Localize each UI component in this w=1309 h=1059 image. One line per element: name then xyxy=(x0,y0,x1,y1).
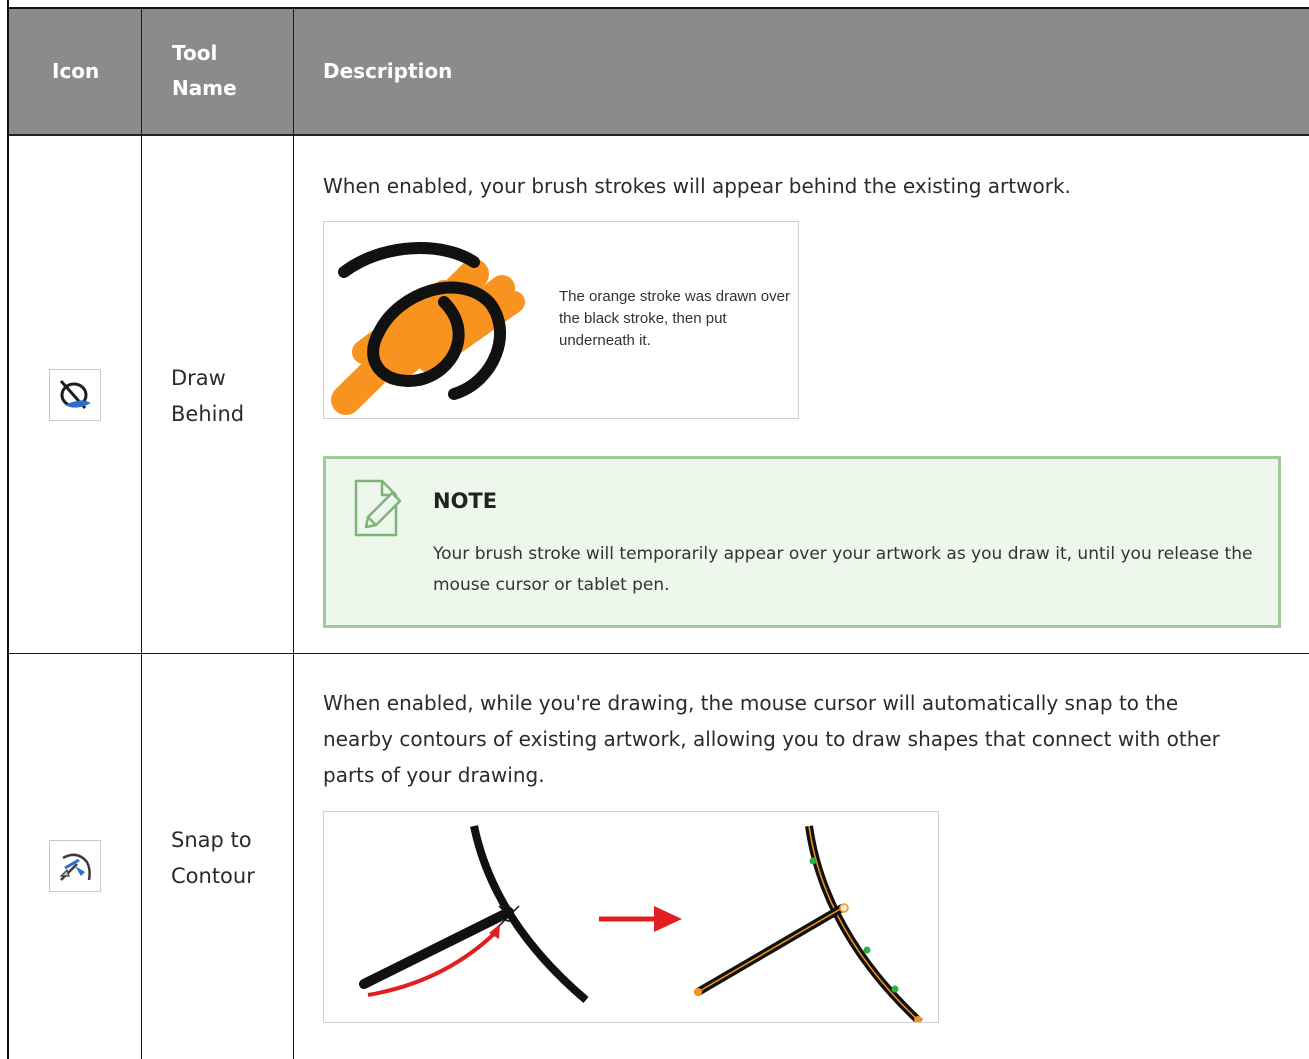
row-description-line2: nearby contours of existing artwork, all… xyxy=(323,727,1220,751)
tool-name-line1: Draw xyxy=(171,366,226,390)
row-description-line3: parts of your drawing. xyxy=(323,763,545,787)
note-pencil-icon xyxy=(354,479,402,537)
row-description: When enabled, your brush strokes will ap… xyxy=(323,174,1071,198)
header-tool-name-line2: Name xyxy=(172,76,237,100)
header-description: Description xyxy=(323,59,453,83)
tools-table: Icon Tool Name Description Draw Behind W… xyxy=(0,0,1309,1059)
tool-name-line2: Contour xyxy=(171,864,255,888)
header-tool-name-line1: Tool xyxy=(172,41,218,65)
note-body: Your brush stroke will temporarily appea… xyxy=(433,544,1253,595)
header-divider xyxy=(9,134,1309,136)
column-divider-2 xyxy=(293,9,294,1059)
snap-to-contour-icon xyxy=(49,840,101,892)
tool-name-line2: Behind xyxy=(171,402,245,426)
header-icon: Icon xyxy=(52,59,100,83)
snap-to-contour-illustration xyxy=(359,825,923,1022)
note-title: NOTE xyxy=(433,489,498,513)
table-border-left xyxy=(7,0,9,1059)
row-description-line1: When enabled, while you're drawing, the … xyxy=(323,691,1179,715)
draw-behind-figure: The orange stroke was drawn over the bla… xyxy=(323,221,799,419)
draw-behind-icon xyxy=(49,369,101,421)
note-box: NOTE Your brush stroke will temporarily … xyxy=(323,456,1281,628)
tool-name-line1: Snap to xyxy=(171,828,252,852)
figure-caption: The orange stroke was drawn over the bla… xyxy=(559,288,790,349)
snap-to-contour-figure xyxy=(323,811,939,1023)
column-divider-1 xyxy=(141,9,142,1059)
row-divider xyxy=(9,653,1309,654)
